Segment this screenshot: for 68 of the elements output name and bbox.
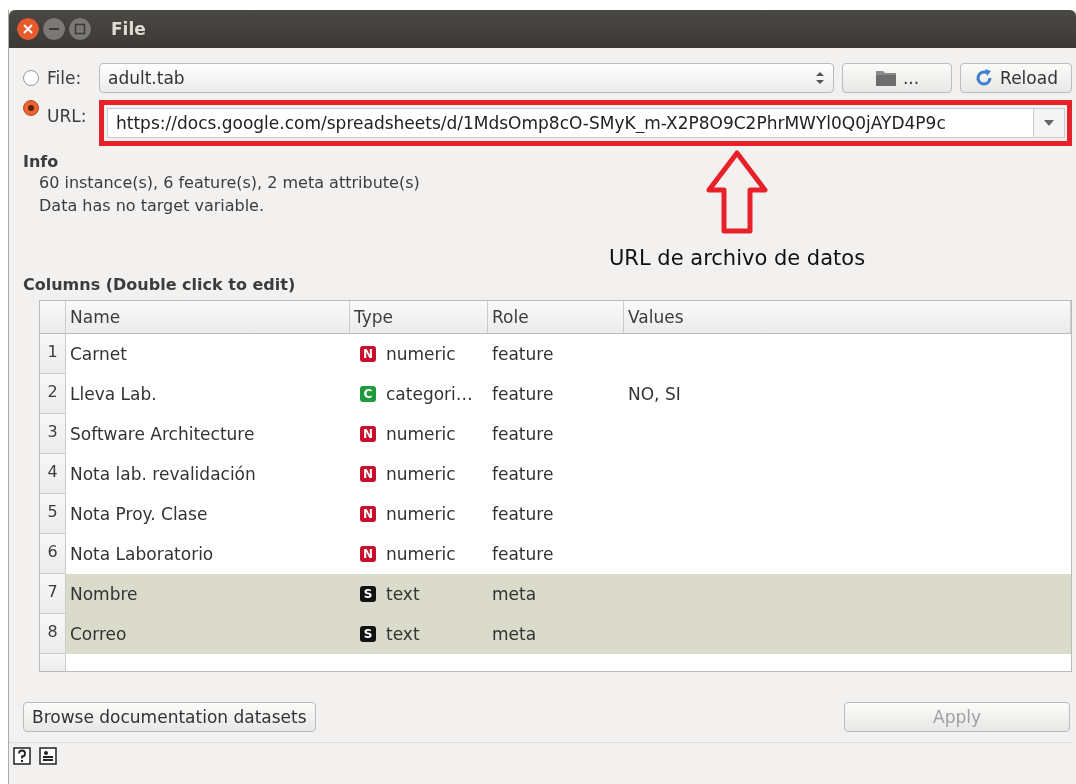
help-icon[interactable] [13, 747, 31, 765]
row-number: 3 [40, 414, 66, 454]
info-text: 60 instance(s), 6 feature(s), 2 meta attribute(s) [39, 172, 421, 194]
row-number: 7 [40, 574, 66, 614]
table-cell-text: Nota Proy. Clase [69, 503, 209, 526]
annotation-text: URL de archivo de datos [609, 246, 866, 270]
table-cell: numeric [386, 504, 456, 524]
type-badge: S [360, 586, 376, 602]
spin-arrows-icon [815, 70, 825, 86]
file-label: File: [47, 68, 83, 88]
maximize-icon[interactable] [69, 18, 91, 40]
table-cell-text: Lleva Lab. [69, 383, 158, 406]
table-cell-text: feature [491, 543, 555, 566]
table-cell-text: Carnet [69, 343, 128, 366]
type-badge: N [360, 346, 376, 362]
dropdown-arrow-icon [1044, 120, 1054, 126]
table-cell-text: Nota lab. revalidación [69, 463, 257, 486]
radio-button[interactable] [23, 70, 39, 86]
row-header [40, 654, 66, 671]
table-cell: numeric [386, 344, 456, 364]
reload-button[interactable]: Reload [960, 63, 1072, 93]
column-header[interactable]: Values [624, 301, 1071, 333]
type-badge: N [360, 466, 376, 482]
row-number: 1 [40, 334, 66, 374]
table-cell-text: Software Architecture [69, 423, 256, 446]
table-cell-text: feature [491, 343, 555, 366]
row-number: 8 [40, 614, 66, 654]
folder-icon [874, 69, 897, 87]
table-cell-text: feature [491, 423, 555, 446]
type-badge: S [360, 626, 376, 642]
type-badge: C [360, 386, 376, 402]
row-number: 6 [40, 534, 66, 574]
row-number: 5 [40, 494, 66, 534]
info-text: Data has no target variable. [39, 195, 266, 217]
section-heading: Info [23, 152, 60, 171]
row-number: 4 [40, 454, 66, 494]
table-cell: meta [488, 614, 624, 654]
window-title: File [111, 19, 146, 39]
table-cell: numeric [386, 424, 456, 444]
table-cell: numeric [386, 464, 456, 484]
type-badge: N [360, 506, 376, 522]
table-cell: text [386, 584, 420, 604]
table-cell-text: Nota Laboratorio [69, 543, 215, 566]
column-header[interactable]: Type [350, 301, 488, 333]
table-cell-text: feature [491, 383, 555, 406]
section-heading: Columns (Double click to edit) [23, 275, 297, 294]
close-icon[interactable] [17, 18, 39, 40]
column-header[interactable]: Name [66, 301, 350, 333]
browse-datasets-button[interactable]: Browse documentation datasets [23, 702, 316, 732]
table-cell: Correo [66, 614, 350, 654]
table-cell: numeric [386, 544, 456, 564]
table-cell-text: feature [491, 463, 555, 486]
radio-button[interactable] [23, 100, 39, 116]
table-cell: meta [488, 574, 624, 614]
table-cell-text: NO, SI [627, 383, 682, 406]
url-label: URL: [47, 106, 88, 126]
table-cell: text [386, 624, 420, 644]
url-combo-box[interactable]: https://docs.google.com/spreadsheets/d/1MdsOmp8cO-SMyK_m-X2P8O9C2PhrMWYl0Q0jAYD4P9c [107, 108, 1065, 138]
table-cell: categori… [386, 384, 473, 404]
table-cell: Nombre [66, 574, 350, 614]
column-header[interactable]: Role [488, 301, 624, 333]
row-number: 2 [40, 374, 66, 414]
report-icon[interactable] [39, 747, 57, 765]
type-badge: N [360, 546, 376, 562]
table-cell-text: feature [491, 503, 555, 526]
type-badge: N [360, 426, 376, 442]
file-combo-box[interactable]: adult.tab [99, 63, 834, 93]
browse-button[interactable]: ... [842, 63, 952, 93]
